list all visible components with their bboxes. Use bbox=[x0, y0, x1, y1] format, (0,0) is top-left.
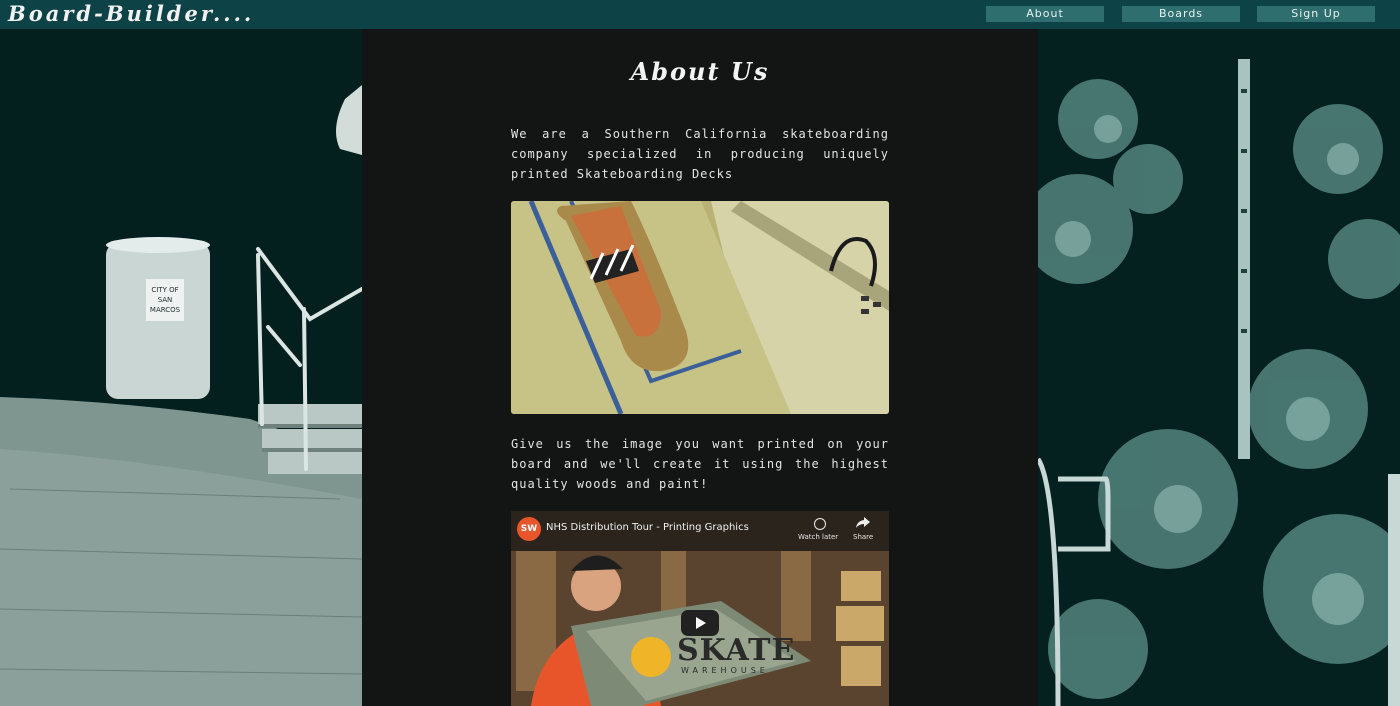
page-title: About Us bbox=[630, 57, 770, 86]
watch-later-label[interactable]: Watch later bbox=[798, 533, 838, 541]
background-photo-right bbox=[1038, 29, 1400, 706]
trees-scene-image bbox=[1038, 29, 1400, 706]
about-content-panel: About Us We are a Southern California sk… bbox=[362, 29, 1038, 706]
video-title[interactable]: NHS Distribution Tour - Printing Graphic… bbox=[546, 522, 749, 533]
skate-warehouse-logo-icon bbox=[631, 637, 671, 677]
nav-signup-button[interactable]: Sign Up bbox=[1257, 6, 1375, 22]
pitch-paragraph: Give us the image you want printed on yo… bbox=[511, 437, 889, 491]
board-printer-image bbox=[511, 201, 889, 414]
printer-photo bbox=[511, 201, 889, 414]
svg-text:CITY OF: CITY OF bbox=[151, 286, 178, 294]
brand-name: SKATE bbox=[677, 633, 796, 668]
share-icon[interactable] bbox=[856, 517, 870, 529]
brand-subname: WAREHOUSE bbox=[681, 666, 769, 675]
intro-paragraph: We are a Southern California skateboardi… bbox=[511, 127, 889, 181]
channel-avatar[interactable]: SW bbox=[517, 517, 541, 541]
share-label[interactable]: Share bbox=[853, 533, 873, 541]
nav-boards-button[interactable]: Boards bbox=[1122, 6, 1240, 22]
video-embed[interactable]: SW NHS Distribution Tour - Printing Grap… bbox=[511, 511, 889, 706]
site-logo[interactable]: Board-Builder.... bbox=[8, 1, 254, 26]
top-navbar: Board-Builder.... About Boards Sign Up bbox=[0, 0, 1400, 29]
svg-text:SAN: SAN bbox=[158, 296, 173, 304]
background-photo-left: CITY OF SAN MARCOS bbox=[0, 29, 362, 706]
stairs-scene-image: CITY OF SAN MARCOS bbox=[0, 29, 362, 706]
nav-about-button[interactable]: About bbox=[986, 6, 1104, 22]
clock-icon[interactable] bbox=[814, 518, 826, 530]
svg-text:MARCOS: MARCOS bbox=[150, 306, 181, 314]
